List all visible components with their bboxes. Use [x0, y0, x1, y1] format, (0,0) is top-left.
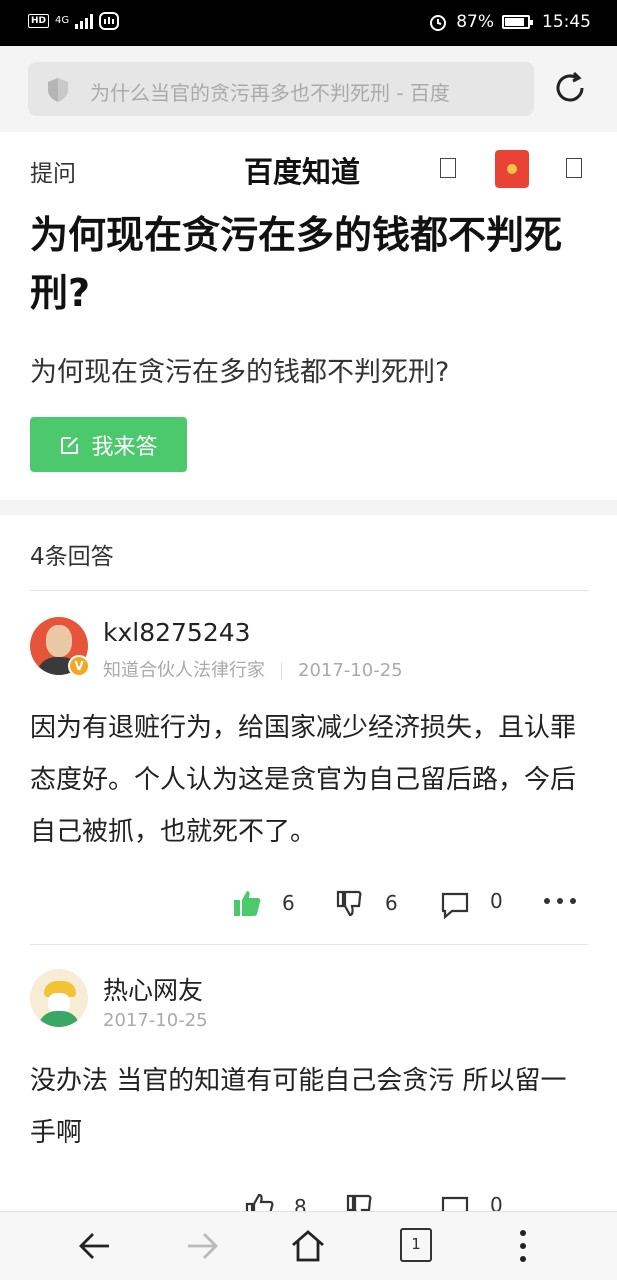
thumbs-up-icon	[234, 891, 261, 916]
comment-icon	[441, 892, 469, 920]
reload-icon[interactable]	[552, 70, 588, 106]
site-logo-text[interactable]: 百度知道	[244, 149, 360, 191]
battery-icon	[502, 15, 533, 29]
question-title: 为何现在贪污在多的钱都不判死刑?	[30, 213, 563, 315]
comment-count: 0	[490, 889, 503, 913]
home-icon[interactable]	[290, 1228, 326, 1264]
answer-meta: 知道合伙人法律行家 2017-10-25	[103, 656, 403, 682]
red-packet-icon[interactable]	[495, 150, 529, 188]
hd-icon: HD	[28, 14, 50, 28]
section-divider	[0, 500, 617, 515]
unknown-icon[interactable]	[440, 158, 456, 178]
ask-link[interactable]: 提问	[30, 154, 76, 188]
dislike-button[interactable]: 6	[335, 888, 398, 918]
hotspot-icon	[99, 12, 120, 30]
status-bar: HD 4G 87% 15:45	[0, 0, 617, 46]
tabs-button[interactable]: 1	[400, 1228, 432, 1262]
answer-text: 因为有退赃行为，给国家减少经济损失，且认罪态度好。个人认为这是贪官为自己留后路，…	[30, 713, 577, 847]
browser-toolbar: 为什么当官的贪污再多也不判死刑 - 百度	[0, 46, 617, 132]
dislike-button[interactable]	[345, 1192, 375, 1211]
answer-username[interactable]: 热心网友	[103, 971, 203, 1007]
back-arrow-icon[interactable]	[77, 1228, 113, 1264]
clock: 15:45	[542, 12, 591, 32]
more-icon[interactable]	[544, 898, 576, 904]
like-button[interactable]: 8	[244, 1192, 307, 1211]
dislike-count: 6	[385, 891, 398, 915]
battery-percent: 87%	[456, 12, 494, 32]
comment-button[interactable]: 0	[440, 1192, 503, 1211]
url-text: 为什么当官的贪污再多也不判死刑 - 百度	[90, 81, 450, 105]
shield-icon	[48, 78, 68, 102]
answer-button-label: 我来答	[91, 434, 158, 460]
answer-count: 4条回答	[30, 544, 114, 570]
comment-icon	[441, 1196, 469, 1211]
verified-badge: V	[68, 655, 90, 677]
answer-username[interactable]: kxl8275243	[103, 618, 251, 647]
thumbs-up-icon	[245, 1193, 274, 1211]
question-description: 为何现在贪污在多的钱都不判死刑?	[30, 357, 450, 388]
like-count: 8	[294, 1195, 307, 1211]
forward-arrow-icon[interactable]	[184, 1228, 220, 1264]
thumbs-down-icon	[336, 890, 362, 917]
answer-date: 2017-10-25	[103, 1010, 208, 1031]
avatar[interactable]	[30, 969, 88, 1027]
answer-actions: 6 6 0	[0, 888, 617, 928]
divider	[30, 590, 588, 591]
answer-actions: 8 0	[0, 1192, 617, 1211]
menu-icon[interactable]	[505, 1228, 541, 1264]
signal-icon	[75, 13, 94, 29]
thumbs-down-icon	[346, 1194, 372, 1211]
answer-role: 知道合伙人法律行家	[103, 660, 265, 681]
comment-button[interactable]: 0	[440, 882, 503, 920]
divider	[30, 944, 588, 945]
like-count: 6	[282, 891, 295, 915]
answer-date: 2017-10-25	[298, 660, 403, 681]
answer-text: 没办法 当官的知道有可能自己会贪污 所以留一手啊	[30, 1066, 567, 1148]
edit-icon	[61, 436, 79, 454]
user-icon[interactable]	[566, 158, 582, 178]
address-bar[interactable]: 为什么当官的贪污再多也不判死刑 - 百度	[28, 62, 534, 116]
alarm-icon	[430, 15, 447, 31]
comment-count: 0	[490, 1193, 503, 1211]
browser-navbar: 1	[0, 1211, 617, 1280]
site-header: 提问 百度知道	[0, 132, 617, 204]
network-type: 4G	[55, 15, 70, 26]
answer-button[interactable]: 我来答	[30, 417, 187, 472]
like-button[interactable]: 6	[232, 888, 295, 918]
